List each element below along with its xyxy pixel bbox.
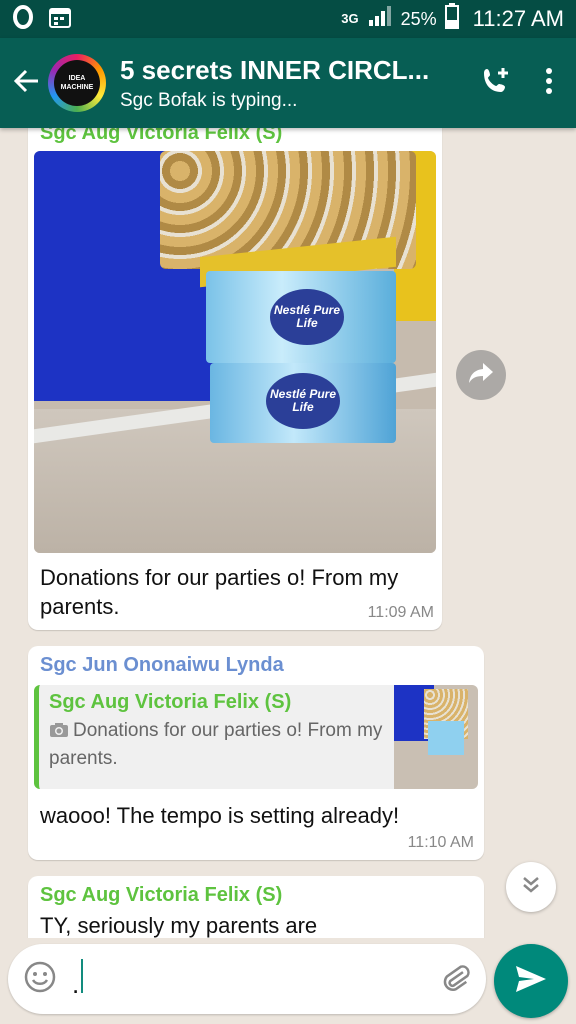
photo-brand-label: Nestlé Pure Life [270, 289, 344, 345]
quoted-text-wrap: Donations for our parties o! From my par… [49, 718, 384, 772]
avatar-logo: IDEA MACHINE [54, 60, 100, 106]
chat-title-block[interactable]: 5 secrets INNER CIRCL... Sgc Bofak is ty… [120, 55, 468, 112]
add-call-button[interactable] [468, 53, 522, 113]
group-avatar[interactable]: IDEA MACHINE [48, 54, 106, 112]
more-options-button[interactable] [522, 53, 576, 113]
more-vert-icon [545, 67, 553, 100]
attach-button[interactable] [426, 944, 486, 1014]
add-call-icon [479, 65, 511, 102]
message-sender: Sgc Aug Victoria Felix (S) [40, 128, 283, 144]
message-bubble[interactable]: Sgc Aug Victoria Felix (S) Nestlé Pure L… [28, 128, 442, 630]
opera-o-icon [12, 4, 34, 34]
forward-icon [468, 362, 494, 389]
battery-icon [444, 3, 459, 35]
quoted-sender: Sgc Aug Victoria Felix (S) [49, 691, 292, 713]
forward-button[interactable] [456, 350, 506, 400]
send-icon [514, 964, 548, 999]
back-arrow-icon [12, 67, 40, 100]
message-bubble[interactable]: Sgc Aug Victoria Felix (S) TY, seriously… [28, 876, 484, 938]
message-photo[interactable]: Nestlé Pure Life Nestlé Pure Life [34, 151, 436, 553]
chat-title: 5 secrets INNER CIRCL... [120, 54, 430, 85]
chat-header: IDEA MACHINE 5 secrets INNER CIRCL... Sg… [0, 38, 576, 128]
camera-icon [49, 720, 69, 746]
message-sender: Sgc Aug Victoria Felix (S) [40, 884, 283, 906]
message-bubble[interactable]: Sgc Jun Ononaiwu Lynda Sgc Aug Victoria … [28, 646, 484, 860]
network-type: 3G [341, 11, 359, 26]
back-button[interactable] [4, 53, 48, 113]
clock: 11:27 AM [472, 6, 564, 31]
message-sender: Sgc Jun Ononaiwu Lynda [40, 654, 284, 676]
chat-messages[interactable]: Sgc Aug Victoria Felix (S) Nestlé Pure L… [0, 128, 576, 938]
double-chevron-down-icon [520, 874, 542, 901]
battery-percent: 25% [400, 8, 437, 29]
message-text: waooo! The tempo is setting already! [40, 803, 400, 828]
message-input[interactable]: . [72, 958, 426, 1000]
quoted-text: Donations for our parties o! From my par… [49, 720, 383, 769]
message-composer: . [8, 944, 486, 1014]
quoted-photo-thumbnail [394, 685, 478, 789]
quoted-message[interactable]: Sgc Aug Victoria Felix (S) Donations for… [34, 685, 478, 789]
calendar-icon [48, 5, 72, 34]
typing-status: Sgc Bofak is typing... [120, 89, 298, 111]
message-time: 11:09 AM [367, 604, 434, 621]
emoji-icon [23, 960, 57, 999]
scroll-to-bottom-button[interactable] [506, 862, 556, 912]
signal-icon [367, 4, 393, 34]
paperclip-icon [440, 961, 472, 998]
emoji-button[interactable] [8, 944, 72, 1014]
send-button[interactable] [494, 944, 568, 1018]
photo-brand-label: Nestlé Pure Life [266, 373, 340, 429]
message-input-value: . [72, 968, 80, 999]
message-time: 11:10 AM [407, 834, 474, 851]
message-text: TY, seriously my parents are [40, 913, 318, 938]
text-caret [81, 958, 84, 993]
status-bar: 3G 25% 11:27 AM [0, 0, 576, 38]
